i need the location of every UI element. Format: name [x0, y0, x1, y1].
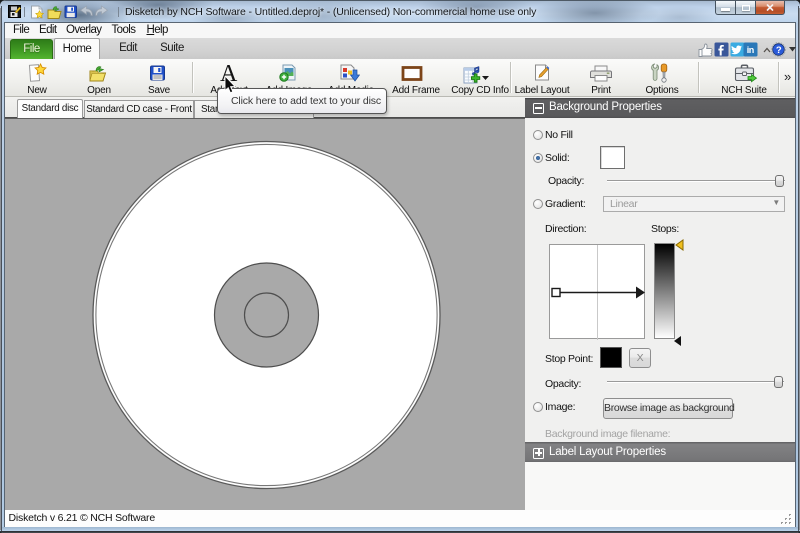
svg-text:in: in [747, 45, 754, 55]
svg-text:?: ? [776, 45, 782, 56]
